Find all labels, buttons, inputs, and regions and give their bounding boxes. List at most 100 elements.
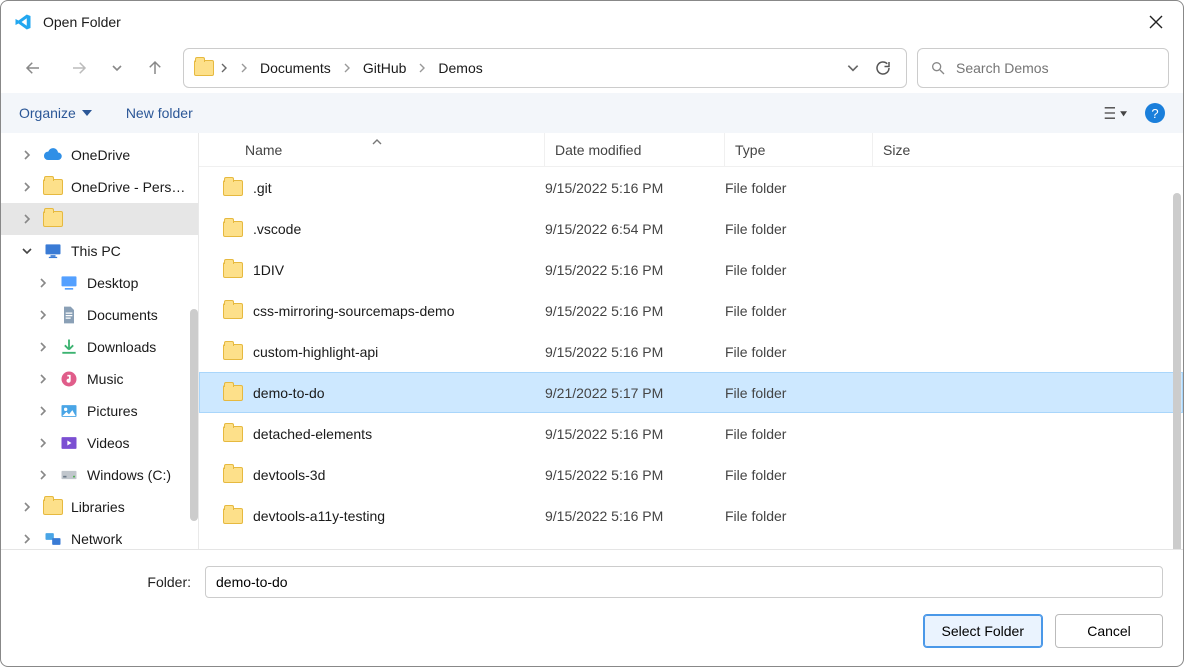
- folder-icon: [194, 60, 214, 76]
- history-dropdown-button[interactable]: [107, 50, 127, 86]
- download-icon: [59, 337, 79, 357]
- chevron-icon[interactable]: [35, 405, 51, 417]
- organize-menu[interactable]: Organize: [19, 105, 92, 121]
- close-button[interactable]: [1133, 1, 1179, 43]
- organize-label: Organize: [19, 105, 76, 121]
- file-date: 9/15/2022 5:16 PM: [545, 180, 725, 196]
- sidebar-item-label: OneDrive - Personal: [71, 179, 192, 195]
- file-date: 9/21/2022 5:17 PM: [545, 385, 725, 401]
- sidebar-item[interactable]: Desktop: [1, 267, 198, 299]
- breadcrumb-item[interactable]: GitHub: [359, 60, 411, 76]
- chevron-icon[interactable]: [35, 277, 51, 289]
- column-date-label: Date modified: [555, 142, 641, 158]
- file-name: devtools-3d: [253, 467, 325, 483]
- column-date[interactable]: Date modified: [545, 133, 725, 166]
- sidebar: OneDrive OneDrive - Personal This PCDeskto…: [1, 133, 199, 549]
- column-type[interactable]: Type: [725, 133, 873, 166]
- chevron-right-icon: [339, 63, 355, 73]
- view-options-button[interactable]: [1103, 101, 1127, 125]
- file-row[interactable]: 1DIV9/15/2022 5:16 PMFile folder: [199, 249, 1183, 290]
- forward-button[interactable]: [61, 50, 97, 86]
- toolbar: Organize New folder ?: [1, 93, 1183, 133]
- file-row[interactable]: .git9/15/2022 5:16 PMFile folder: [199, 167, 1183, 208]
- chevron-icon[interactable]: [19, 533, 35, 545]
- address-dropdown-button[interactable]: [846, 61, 860, 75]
- sidebar-item[interactable]: OneDrive - Personal: [1, 171, 198, 203]
- sidebar-item[interactable]: Documents: [1, 299, 198, 331]
- cancel-button[interactable]: Cancel: [1055, 614, 1163, 648]
- file-row[interactable]: devtools-a11y-testing9/15/2022 5:16 PMFi…: [199, 495, 1183, 536]
- sidebar-item[interactable]: This PC: [1, 235, 198, 267]
- breadcrumb-item[interactable]: Documents: [256, 60, 335, 76]
- sidebar-item[interactable]: Network: [1, 523, 198, 549]
- chevron-icon[interactable]: [35, 373, 51, 385]
- new-folder-button[interactable]: New folder: [126, 105, 193, 121]
- chevron-icon[interactable]: [19, 245, 35, 257]
- search-icon: [930, 60, 946, 76]
- sidebar-item[interactable]: Libraries: [1, 491, 198, 523]
- file-row[interactable]: demo-to-do 9/21/2022 5:17 PMFile folder: [199, 372, 1183, 413]
- sidebar-item[interactable]: [1, 203, 198, 235]
- folder-input[interactable]: [205, 566, 1163, 598]
- scrollbar-thumb[interactable]: [1173, 193, 1181, 549]
- folder-icon: [223, 303, 243, 319]
- sidebar-item-label: Downloads: [87, 339, 156, 355]
- chevron-icon[interactable]: [19, 501, 35, 513]
- folder-icon: [43, 177, 63, 197]
- search-input[interactable]: [956, 60, 1156, 76]
- folder-icon: [223, 221, 243, 237]
- chevron-icon[interactable]: [35, 469, 51, 481]
- window-title: Open Folder: [43, 14, 1133, 30]
- file-name: 1DIV: [253, 262, 284, 278]
- folder-icon: [223, 180, 243, 196]
- sidebar-item-label: Windows (C:): [87, 467, 171, 483]
- file-row[interactable]: .vscode9/15/2022 6:54 PMFile folder: [199, 208, 1183, 249]
- address-bar[interactable]: Documents GitHub Demos: [183, 48, 907, 88]
- sidebar-item-label: Pictures: [87, 403, 138, 419]
- file-type: File folder: [725, 385, 873, 401]
- sidebar-item[interactable]: Videos: [1, 427, 198, 459]
- folder-icon: [223, 344, 243, 360]
- file-date: 9/15/2022 5:16 PM: [545, 426, 725, 442]
- sidebar-item-label: OneDrive: [71, 147, 130, 163]
- breadcrumb-item[interactable]: Demos: [434, 60, 486, 76]
- search-box[interactable]: [917, 48, 1169, 88]
- chevron-icon[interactable]: [35, 437, 51, 449]
- chevron-icon[interactable]: [19, 181, 35, 193]
- chevron-icon[interactable]: [19, 213, 35, 225]
- sidebar-item[interactable]: Downloads: [1, 331, 198, 363]
- network-icon: [43, 529, 63, 549]
- main-area: OneDrive OneDrive - Personal This PCDeskto…: [1, 133, 1183, 550]
- chevron-icon[interactable]: [35, 341, 51, 353]
- select-folder-button[interactable]: Select Folder: [923, 614, 1043, 648]
- file-row[interactable]: custom-highlight-api9/15/2022 5:16 PMFil…: [199, 331, 1183, 372]
- file-date: 9/15/2022 6:54 PM: [545, 221, 725, 237]
- chevron-icon[interactable]: [19, 149, 35, 161]
- file-type: File folder: [725, 426, 873, 442]
- refresh-button[interactable]: [874, 59, 892, 77]
- up-button[interactable]: [137, 50, 173, 86]
- video-icon: [59, 433, 79, 453]
- file-row[interactable]: css-mirroring-sourcemaps-demo9/15/2022 5…: [199, 290, 1183, 331]
- file-type: File folder: [725, 221, 873, 237]
- column-size[interactable]: Size: [873, 133, 977, 166]
- sidebar-item[interactable]: OneDrive: [1, 139, 198, 171]
- sidebar-item[interactable]: Pictures: [1, 395, 198, 427]
- file-date: 9/15/2022 5:16 PM: [545, 344, 725, 360]
- file-name: .git: [253, 180, 272, 196]
- file-row[interactable]: devtools-3d9/15/2022 5:16 PMFile folder: [199, 454, 1183, 495]
- column-name[interactable]: Name: [235, 133, 545, 166]
- folder-name-row: Folder:: [21, 566, 1163, 598]
- vscode-icon: [13, 12, 33, 32]
- back-button[interactable]: [15, 50, 51, 86]
- chevron-icon[interactable]: [35, 309, 51, 321]
- file-rows: .git9/15/2022 5:16 PMFile folder.vscode9…: [199, 167, 1183, 549]
- sidebar-item[interactable]: Music: [1, 363, 198, 395]
- breadcrumb-root[interactable]: [190, 60, 232, 76]
- scrollbar-thumb[interactable]: [190, 309, 198, 521]
- help-button[interactable]: ?: [1145, 103, 1165, 123]
- sidebar-item[interactable]: Windows (C:): [1, 459, 198, 491]
- file-type: File folder: [725, 303, 873, 319]
- file-row[interactable]: detached-elements9/15/2022 5:16 PMFile f…: [199, 413, 1183, 454]
- file-name: demo-to-do: [253, 385, 325, 401]
